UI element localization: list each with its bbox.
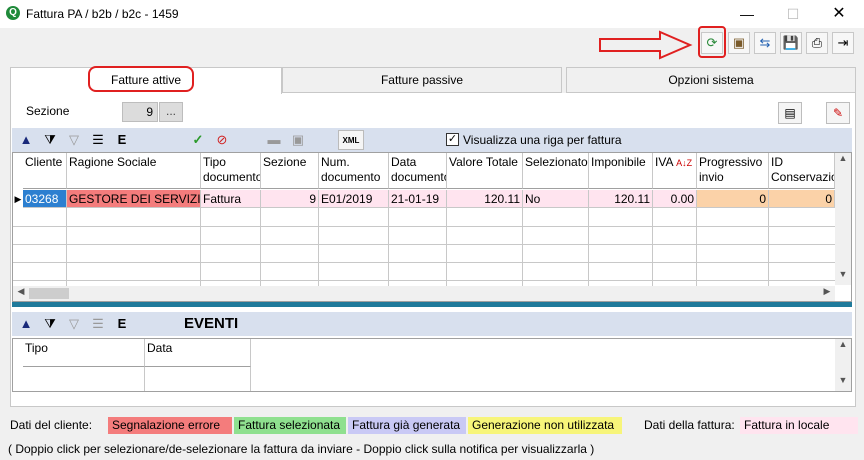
move-up-icon[interactable]: ▲ xyxy=(16,314,36,334)
col-header-valore-totale[interactable]: Valore Totale xyxy=(447,153,523,189)
panel-splitter[interactable] xyxy=(12,302,852,307)
cell-selezionato[interactable]: No xyxy=(523,190,589,208)
col-header-iva[interactable]: IVA A↓Z xyxy=(653,153,697,189)
remove-icon[interactable]: ▬ xyxy=(264,130,284,150)
col-header-tipo-documento[interactable]: Tipo documento xyxy=(201,153,261,189)
grid-row-line xyxy=(13,226,835,227)
list-icon[interactable]: ☰ xyxy=(88,314,108,334)
copy-icon[interactable]: ▣ xyxy=(288,130,308,150)
col-header-selezionato[interactable]: Selezionato xyxy=(523,153,589,189)
one-row-checkbox[interactable]: ✓ xyxy=(446,133,459,146)
save-icon[interactable]: 💾 xyxy=(780,32,802,54)
horizontal-scrollbar[interactable] xyxy=(13,286,835,301)
tab-fatture-passive[interactable]: Fatture passive xyxy=(282,67,562,93)
grid-row-line xyxy=(13,244,835,245)
legend-generazione-non-utilizzata: Generazione non utilizzata xyxy=(468,417,622,434)
row-indicator-icon: ▶ xyxy=(14,194,22,204)
grid-row-line xyxy=(13,262,835,263)
filter-icon[interactable]: ▽ xyxy=(64,130,84,150)
app-icon: Q xyxy=(6,6,20,20)
col-header-progressivo-invio[interactable]: Progressivo invio xyxy=(697,153,769,189)
filter-edit-icon[interactable]: ⧩ xyxy=(40,130,60,150)
grid-col-line xyxy=(144,367,145,391)
scroll-right-icon[interactable]: ▶ xyxy=(819,286,835,301)
horizontal-scroll-thumb[interactable] xyxy=(29,288,69,299)
legend-cliente-label: Dati del cliente: xyxy=(10,418,93,432)
confirm-icon[interactable]: ✓ xyxy=(188,130,208,150)
col-header-id-conservazione[interactable]: ID Conservazio xyxy=(769,153,835,189)
legend-segnalazione-errore: Segnalazione errore xyxy=(108,417,232,434)
grid-col-line xyxy=(250,367,251,391)
close-button[interactable]: ✕ xyxy=(816,0,862,28)
cell-cliente[interactable]: 03268 xyxy=(23,190,67,208)
legend-fattura-generata: Fattura già generata xyxy=(348,417,466,434)
col-header-imponibile[interactable]: Imponibile xyxy=(589,153,653,189)
col-header-ragione-sociale[interactable]: Ragione Sociale xyxy=(67,153,201,189)
scroll-down-icon[interactable]: ▼ xyxy=(835,375,851,391)
scroll-up-icon[interactable]: ▲ xyxy=(835,153,851,169)
minimize-button[interactable]: — xyxy=(724,0,770,28)
cell-imponibile[interactable]: 120.11 xyxy=(589,190,653,208)
annotation-oval xyxy=(88,66,194,92)
events-grid[interactable]: Tipo Data ▲ ▼ xyxy=(12,338,852,392)
xml-button[interactable]: XML xyxy=(338,130,364,150)
cell-progressivo-invio[interactable]: 0 xyxy=(697,190,769,208)
sezione-label: Sezione xyxy=(26,104,70,118)
cell-iva[interactable]: 0.00 xyxy=(653,190,697,208)
exchange-icon[interactable]: ⇆ xyxy=(754,32,776,54)
cancel-icon[interactable]: ⊘ xyxy=(212,130,232,150)
sync-icon[interactable]: ⟳ xyxy=(701,32,723,54)
notes-icon[interactable]: ▤ xyxy=(778,102,802,124)
col-header-data[interactable]: Data xyxy=(145,339,251,367)
col-header-num-documento[interactable]: Num. documento xyxy=(319,153,389,189)
events-toolbar: ▲ ⧩ ▽ ☰ E xyxy=(12,312,852,336)
red-arrow-annotation xyxy=(599,30,693,60)
cell-ragione-sociale[interactable]: GESTORE DEI SERVIZI xyxy=(67,190,201,208)
cell-valore-totale[interactable]: 120.11 xyxy=(447,190,523,208)
one-row-checkbox-label: Visualizza una riga per fattura xyxy=(463,133,622,147)
print-icon[interactable]: ⎙ xyxy=(806,32,828,54)
sort-az-icon[interactable]: A↓Z xyxy=(676,158,692,168)
col-header-sezione[interactable]: Sezione xyxy=(261,153,319,189)
window-title: Fattura PA / b2b / b2c - 1459 xyxy=(26,7,179,21)
cell-num-documento[interactable]: E01/2019 xyxy=(319,190,389,208)
scroll-left-icon[interactable]: ◀ xyxy=(13,286,29,301)
exit-icon[interactable]: ⇥ xyxy=(832,32,854,54)
sezione-field[interactable]: 9 xyxy=(122,102,158,122)
footer-instructions: ( Doppio click per selezionare/de-selezi… xyxy=(8,442,595,456)
col-header-data-documento[interactable]: Data documento xyxy=(389,153,447,189)
maximize-button[interactable]: ☐ xyxy=(770,0,816,28)
cell-sezione[interactable]: 9 xyxy=(261,190,319,208)
legend-fattura-in-locale: Fattura in locale xyxy=(740,417,858,434)
filter-edit-icon[interactable]: ⧩ xyxy=(40,314,60,334)
iva-header-label: IVA xyxy=(655,155,673,169)
list-icon[interactable]: ☰ xyxy=(88,130,108,150)
archive-icon[interactable]: ▣ xyxy=(728,32,750,54)
tab-opzioni-sistema[interactable]: Opzioni sistema xyxy=(566,67,856,93)
cell-tipo-documento[interactable]: Fattura xyxy=(201,190,261,208)
grid-toolbar: ▲ ⧩ ▽ ☰ E ✓ ⊘ ▬ ▣ XML xyxy=(12,128,852,152)
move-up-icon[interactable]: ▲ xyxy=(16,130,36,150)
scroll-down-icon[interactable]: ▼ xyxy=(835,269,851,285)
col-header-tipo[interactable]: Tipo xyxy=(23,339,145,367)
legend-fattura-selezionata: Fattura selezionata xyxy=(234,417,346,434)
col-header-cliente[interactable]: Cliente xyxy=(23,153,67,189)
export-excel-icon[interactable]: E xyxy=(112,130,132,150)
grid-row-line xyxy=(13,280,835,281)
export-excel-icon[interactable]: E xyxy=(112,314,132,334)
sezione-lookup-button[interactable]: ... xyxy=(159,102,183,122)
scroll-up-icon[interactable]: ▲ xyxy=(835,339,851,355)
events-title: EVENTI xyxy=(184,315,239,332)
signature-icon[interactable]: ✎ xyxy=(826,102,850,124)
vertical-scrollbar[interactable] xyxy=(835,153,851,285)
filter-icon[interactable]: ▽ xyxy=(64,314,84,334)
cell-id-conservazione[interactable]: 0 xyxy=(769,190,835,208)
legend-fattura-label: Dati della fattura: xyxy=(644,418,735,432)
invoices-grid[interactable]: Cliente Ragione Sociale Tipo documento S… xyxy=(12,152,852,302)
cell-data-documento[interactable]: 21-01-19 xyxy=(389,190,447,208)
